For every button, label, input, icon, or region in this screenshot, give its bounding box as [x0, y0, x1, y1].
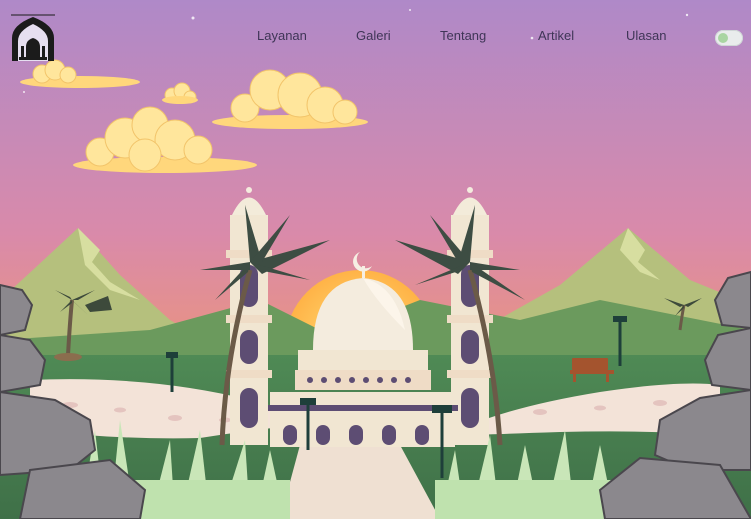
theme-toggle-icon[interactable]: [715, 30, 743, 46]
main-navigation: Layanan Galeri Tentang Artikel Ulasan: [0, 28, 751, 48]
nav-item-ulasan[interactable]: Ulasan: [626, 28, 666, 43]
hero-illustration: [0, 0, 751, 519]
nav-item-layanan[interactable]: Layanan: [257, 28, 307, 43]
nav-item-galeri[interactable]: Galeri: [356, 28, 391, 43]
toggle-knob: [718, 33, 728, 43]
nav-item-tentang[interactable]: Tentang: [440, 28, 486, 43]
nav-item-artikel[interactable]: Artikel: [538, 28, 574, 43]
